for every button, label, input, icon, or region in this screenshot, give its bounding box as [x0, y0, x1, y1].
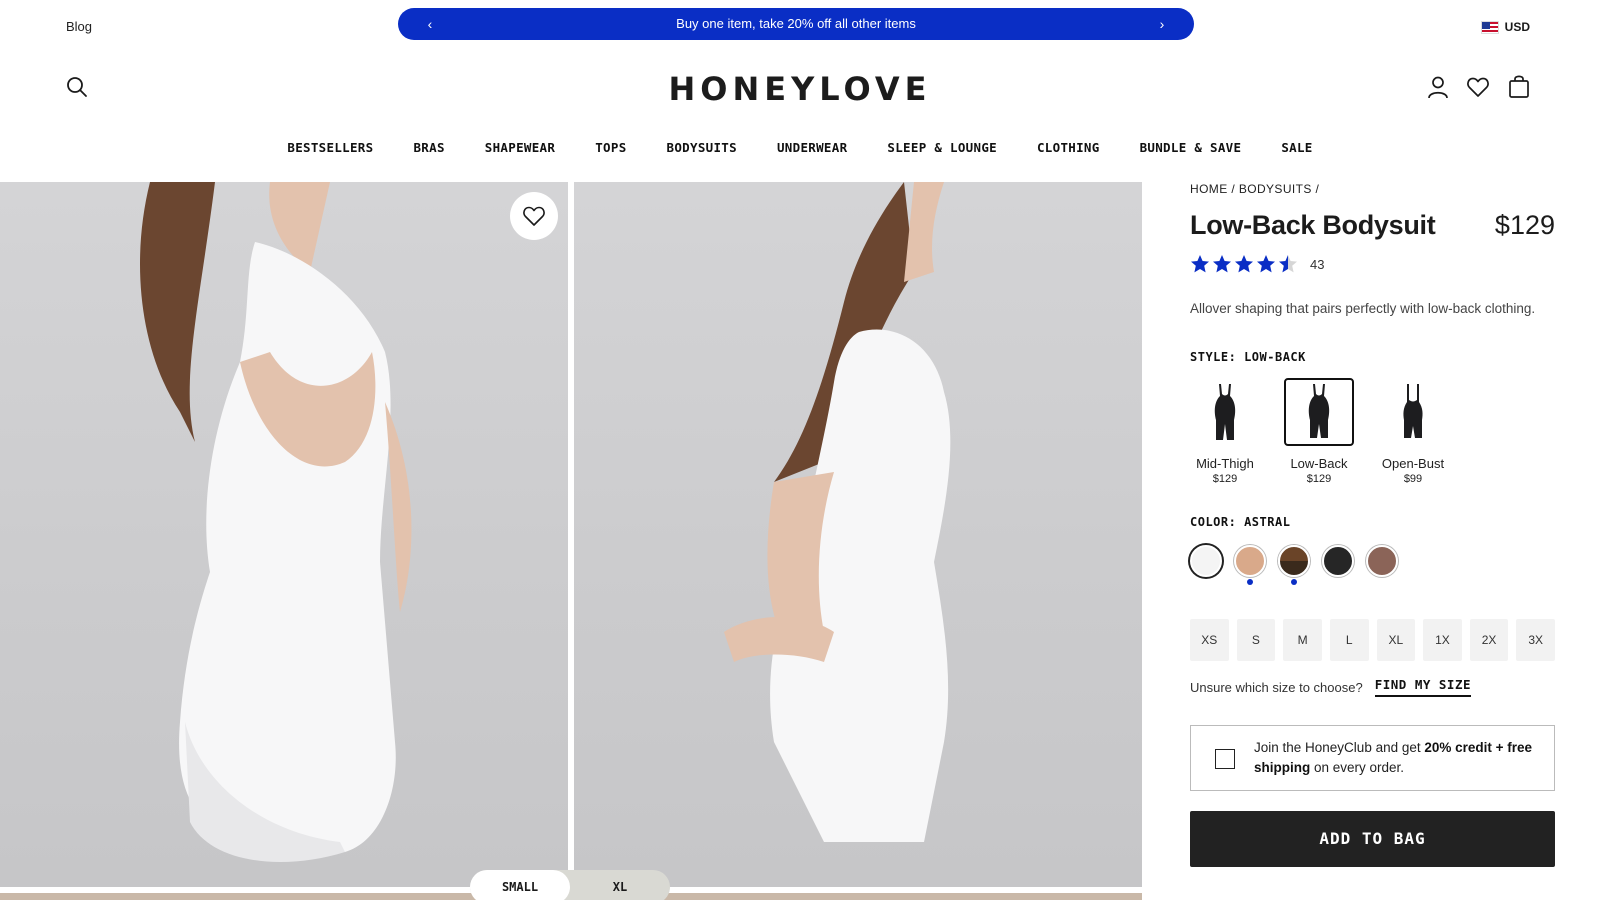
new-color-dot	[1291, 579, 1297, 585]
model-size-small[interactable]: SMALL	[470, 870, 570, 900]
currency-selector[interactable]: USD	[1480, 20, 1530, 34]
color-swatch-3[interactable]	[1278, 545, 1310, 585]
bag-icon[interactable]	[1508, 74, 1532, 98]
product-description: Allover shaping that pairs perfectly wit…	[1190, 301, 1536, 316]
size-option-l[interactable]: L	[1329, 619, 1369, 661]
promo-next-arrow[interactable]: ›	[1152, 14, 1172, 34]
swatch-circle	[1234, 545, 1266, 577]
color-swatch-4[interactable]	[1322, 545, 1354, 585]
size-option-3x[interactable]: 3X	[1516, 619, 1555, 661]
review-count[interactable]: 43	[1310, 257, 1324, 272]
style-thumb	[1190, 378, 1260, 446]
swatch-circle	[1190, 545, 1222, 577]
nav-item-sleep-lounge[interactable]: SLEEP & LOUNGE	[887, 140, 997, 155]
style-option-open-bust[interactable]: Open-Bust $99	[1378, 378, 1448, 485]
honeyclub-offer: Join the HoneyClub and get 20% credit + …	[1190, 725, 1555, 791]
color-label: COLOR: ASTRAL	[1190, 515, 1291, 529]
style-thumb	[1378, 378, 1448, 446]
size-option-xs[interactable]: XS	[1190, 619, 1229, 661]
add-to-wishlist-button[interactable]	[510, 192, 558, 240]
style-name: Mid-Thigh	[1196, 456, 1254, 471]
style-option-low-back[interactable]: Low-Back $129	[1284, 378, 1354, 485]
heart-icon	[523, 206, 545, 226]
nav-item-clothing[interactable]: CLOTHING	[1037, 140, 1100, 155]
promo-text[interactable]: Buy one item, take 20% off all other ite…	[398, 16, 1194, 31]
style-name: Open-Bust	[1381, 456, 1445, 471]
size-option-2x[interactable]: 2X	[1469, 619, 1509, 661]
style-label: STYLE: LOW-BACK	[1190, 350, 1306, 364]
style-price: $99	[1403, 473, 1423, 485]
nav-item-bras[interactable]: BRAS	[413, 140, 444, 155]
product-photo-back[interactable]	[0, 182, 568, 887]
size-option-1x[interactable]: 1X	[1423, 619, 1462, 661]
honeyclub-text-start: Join the HoneyClub and get	[1254, 740, 1425, 755]
style-price: $129	[1212, 473, 1238, 485]
nav-item-bestsellers[interactable]: BESTSELLERS	[287, 140, 373, 155]
honeyclub-text: Join the HoneyClub and get 20% credit + …	[1254, 738, 1544, 778]
size-help: Unsure which size to choose? FIND MY SIZ…	[1190, 677, 1555, 697]
breadcrumb-separator: /	[1231, 182, 1236, 196]
honeyclub-checkbox[interactable]	[1215, 749, 1235, 769]
announcement-bar: Blog ‹ Buy one item, take 20% off all ot…	[0, 0, 1600, 48]
model-size-xl[interactable]: XL	[570, 870, 670, 900]
star-full-icon	[1213, 255, 1231, 273]
product-price: $129	[1494, 210, 1555, 240]
wishlist-icon[interactable]	[1466, 75, 1490, 99]
breadcrumb-bodysuits[interactable]: BODYSUITS	[1239, 182, 1312, 196]
site-header: HONEYLOVE	[0, 60, 1600, 120]
size-option-s[interactable]: S	[1236, 619, 1276, 661]
color-swatch-2[interactable]	[1234, 545, 1266, 585]
style-options: Mid-Thigh $129 Low-Back $129 Open-Bust $…	[1190, 378, 1555, 485]
nav-item-shapewear[interactable]: SHAPEWEAR	[485, 140, 555, 155]
size-option-m[interactable]: M	[1283, 619, 1322, 661]
account-icon[interactable]	[1426, 75, 1450, 99]
star-full-icon	[1257, 255, 1275, 273]
swatch-circle	[1322, 545, 1354, 577]
blog-link[interactable]: Blog	[66, 19, 92, 34]
nav-item-underwear[interactable]: UNDERWEAR	[777, 140, 847, 155]
rating[interactable]: 43	[1190, 254, 1555, 274]
title-row: Low-Back Bodysuit $129	[1190, 210, 1555, 246]
product-details: HOME / BODYSUITS / Low-Back Bodysuit $12…	[1190, 182, 1555, 867]
swatch-circle	[1278, 545, 1310, 577]
us-flag-icon	[1480, 20, 1499, 34]
add-to-bag-button[interactable]: ADD TO BAG	[1190, 811, 1555, 867]
star-full-icon	[1191, 255, 1209, 273]
style-thumb	[1284, 378, 1354, 446]
currency-label: USD	[1504, 20, 1530, 34]
product-gallery: SMALL XL	[0, 182, 1142, 900]
style-option-mid-thigh[interactable]: Mid-Thigh $129	[1190, 378, 1260, 485]
style-price: $129	[1306, 473, 1332, 485]
color-swatch-5[interactable]	[1366, 545, 1398, 585]
nav-item-bodysuits[interactable]: BODYSUITS	[667, 140, 737, 155]
breadcrumb: HOME / BODYSUITS /	[1190, 182, 1555, 196]
promo-banner: ‹ Buy one item, take 20% off all other i…	[398, 8, 1194, 40]
find-my-size-link[interactable]: FIND MY SIZE	[1374, 677, 1472, 697]
nav-item-sale[interactable]: SALE	[1281, 140, 1312, 155]
new-color-dot	[1247, 579, 1253, 585]
product-photo-side[interactable]	[574, 182, 1142, 887]
main-nav: BESTSELLERS BRAS SHAPEWEAR TOPS BODYSUIT…	[0, 140, 1600, 155]
brand-logo[interactable]: HONEYLOVE	[0, 70, 1600, 108]
breadcrumb-home[interactable]: HOME	[1190, 182, 1228, 196]
size-help-text: Unsure which size to choose?	[1190, 679, 1363, 695]
size-option-xl[interactable]: XL	[1376, 619, 1416, 661]
nav-item-bundle-save[interactable]: BUNDLE & SAVE	[1140, 140, 1242, 155]
star-full-icon	[1235, 255, 1253, 273]
honeyclub-text-end: on every order.	[1310, 760, 1405, 775]
color-swatches	[1190, 545, 1555, 585]
style-name: Low-Back	[1290, 456, 1348, 471]
breadcrumb-separator: /	[1315, 182, 1320, 196]
color-swatch-astral[interactable]	[1190, 545, 1222, 585]
size-selector: XS S M L XL 1X 2X 3X	[1190, 619, 1555, 661]
nav-item-tops[interactable]: TOPS	[595, 140, 626, 155]
star-half-icon	[1279, 255, 1297, 273]
model-size-toggle[interactable]: SMALL XL	[470, 870, 670, 900]
swatch-circle	[1366, 545, 1398, 577]
